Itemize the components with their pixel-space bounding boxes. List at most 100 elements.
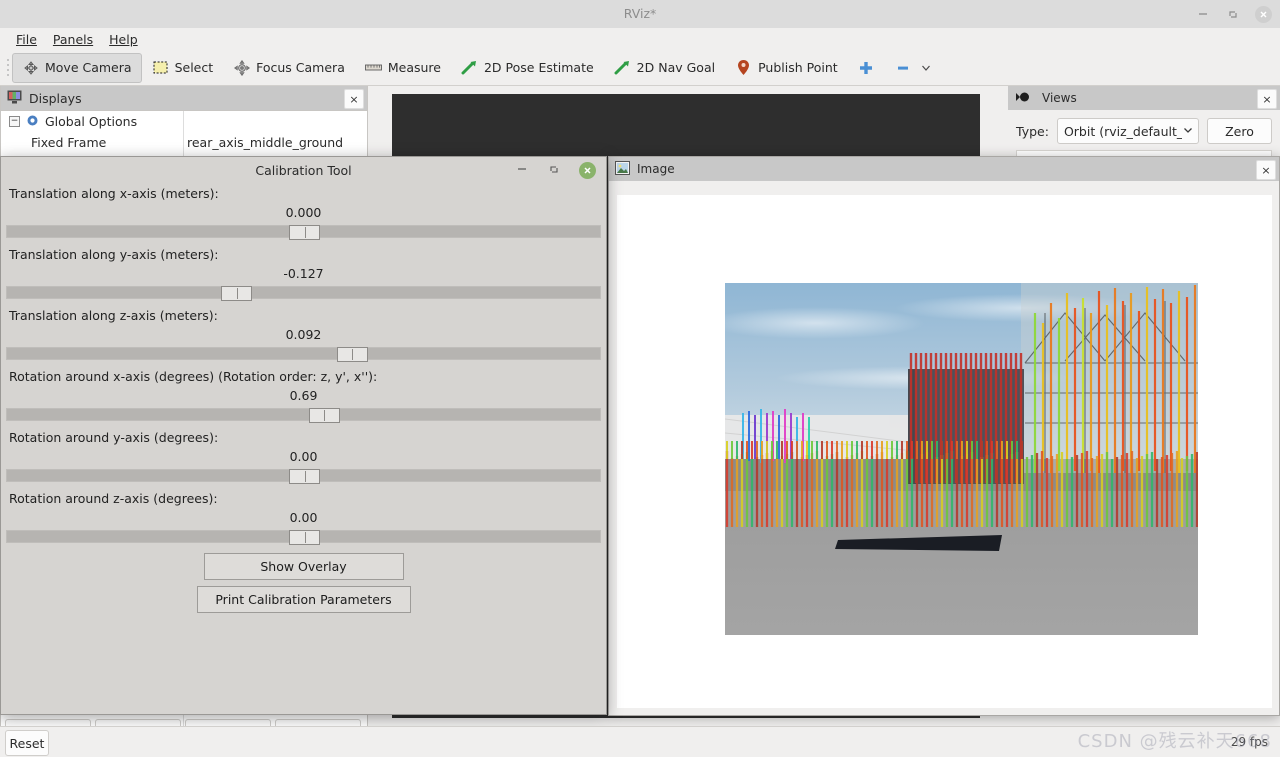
image-window-header: Image × xyxy=(609,157,1279,181)
tool-move-camera-label: Move Camera xyxy=(45,60,132,75)
menu-panels[interactable]: Panels xyxy=(45,30,101,49)
show-overlay-button[interactable]: Show Overlay xyxy=(203,553,404,580)
image-thumbnail-icon xyxy=(615,160,630,178)
display-value-fixed-frame[interactable]: rear_axis_middle_ground xyxy=(183,135,367,150)
pose-arrow-icon xyxy=(461,59,478,76)
display-row-fixed-frame[interactable]: Fixed Frame rear_axis_middle_ground xyxy=(1,132,367,153)
translation-z-slider-handle[interactable] xyxy=(336,347,368,362)
tool-publish-point[interactable]: Publish Point xyxy=(725,53,848,83)
select-rect-icon xyxy=(152,59,169,76)
close-icon[interactable] xyxy=(579,161,596,179)
translation-y-value: -0.127 xyxy=(283,266,324,281)
chevron-down-icon xyxy=(1182,124,1194,139)
calibration-dialog-title: Calibration Tool xyxy=(255,162,352,178)
displays-monitor-icon xyxy=(7,90,22,107)
calibration-action-buttons: Show Overlay Print Calibration Parameter… xyxy=(6,553,601,613)
toolbar-drag-handle[interactable] xyxy=(4,56,12,80)
translation-y-label: Translation along y-axis (meters): xyxy=(9,247,219,262)
tool-2d-nav-goal-label: 2D Nav Goal xyxy=(636,60,716,75)
display-name-fixed-frame: Fixed Frame xyxy=(31,135,107,150)
menu-help[interactable]: Help xyxy=(101,30,146,49)
views-type-row: Type: Orbit (rviz_default_ Zero xyxy=(1008,110,1280,150)
slider-group-rotation-x: Rotation around x-axis (degrees) (Rotati… xyxy=(6,366,601,423)
slider-group-translation-x: Translation along x-axis (meters): 0.000 xyxy=(6,183,601,240)
menubar: File Panels Help xyxy=(0,28,1280,50)
plus-icon xyxy=(858,59,875,76)
tool-measure[interactable]: Measure xyxy=(355,53,451,83)
rotation-y-value: 0.00 xyxy=(289,449,318,464)
menu-file-label: File xyxy=(16,31,37,47)
views-panel-header: Views × xyxy=(1008,86,1280,110)
slider-group-translation-y: Translation along y-axis (meters): -0.12… xyxy=(6,244,601,301)
views-type-value: Orbit (rviz_default_ xyxy=(1063,123,1182,139)
calibration-dialog-controls xyxy=(515,157,596,183)
views-panel-title: Views xyxy=(1042,91,1077,105)
views-camera-icon xyxy=(1016,91,1034,106)
restore-icon[interactable] xyxy=(547,162,561,179)
image-canvas[interactable] xyxy=(617,195,1272,708)
minus-icon xyxy=(895,59,912,76)
translation-y-slider[interactable] xyxy=(6,286,601,301)
menu-file[interactable]: File xyxy=(8,30,45,49)
display-name-global-options: Global Options xyxy=(45,114,138,129)
chevron-down-icon[interactable] xyxy=(918,59,935,76)
displays-panel-close-icon[interactable]: × xyxy=(344,89,364,109)
translation-z-value: 0.092 xyxy=(285,327,322,342)
focus-camera-icon xyxy=(233,59,250,76)
calibration-dialog-body: Translation along x-axis (meters): 0.000… xyxy=(1,183,606,613)
gear-icon xyxy=(26,114,39,130)
display-row-global-options[interactable]: − Global Options xyxy=(1,111,367,132)
tool-2d-pose-estimate[interactable]: 2D Pose Estimate xyxy=(451,53,604,83)
slider-group-translation-z: Translation along z-axis (meters): 0.092 xyxy=(6,305,601,362)
translation-x-slider[interactable] xyxy=(6,225,601,240)
map-pin-icon xyxy=(735,59,752,76)
translation-y-slider-handle[interactable] xyxy=(221,286,253,301)
menu-help-label: Help xyxy=(109,31,138,47)
print-calibration-parameters-button[interactable]: Print Calibration Parameters xyxy=(196,586,411,613)
translation-x-slider-handle[interactable] xyxy=(289,225,320,240)
calibration-tool-dialog: Calibration Tool Translation along x-axi… xyxy=(0,156,607,715)
image-window-close-icon[interactable]: × xyxy=(1256,160,1276,180)
tool-select[interactable]: Select xyxy=(142,53,224,83)
tool-move-camera[interactable]: Move Camera xyxy=(12,52,142,83)
close-icon[interactable] xyxy=(1255,5,1272,23)
slider-group-rotation-y: Rotation around y-axis (degrees): 0.00 xyxy=(6,427,601,484)
slider-group-rotation-z: Rotation around z-axis (degrees): 0.00 xyxy=(6,488,601,545)
views-type-combobox[interactable]: Orbit (rviz_default_ xyxy=(1056,118,1199,144)
rotation-y-slider[interactable] xyxy=(6,469,601,484)
minimize-icon[interactable] xyxy=(1195,6,1211,22)
image-window: Image × xyxy=(608,156,1280,716)
minimize-icon[interactable] xyxy=(515,162,529,179)
restore-icon[interactable] xyxy=(1225,6,1241,22)
rotation-y-slider-handle[interactable] xyxy=(289,469,320,484)
remove-tool-button[interactable] xyxy=(885,53,945,83)
rotation-x-slider[interactable] xyxy=(6,408,601,423)
main-toolbar: Move Camera Select Focus Camera Measure … xyxy=(0,50,1280,86)
tool-focus-camera[interactable]: Focus Camera xyxy=(223,53,355,83)
tool-focus-camera-label: Focus Camera xyxy=(256,60,345,75)
displays-panel-header: Displays × xyxy=(1,86,367,110)
translation-x-label: Translation along x-axis (meters): xyxy=(9,186,219,201)
zero-button[interactable]: Zero xyxy=(1206,118,1272,144)
reset-button[interactable]: Reset xyxy=(5,730,49,756)
image-window-title: Image xyxy=(637,162,675,176)
views-panel-close-icon[interactable]: × xyxy=(1257,89,1277,109)
tool-2d-nav-goal[interactable]: 2D Nav Goal xyxy=(604,53,725,83)
window-titlebar: RViz* xyxy=(0,0,1280,29)
rotation-z-value: 0.00 xyxy=(289,510,318,525)
rotation-z-slider[interactable] xyxy=(6,530,601,545)
rviz-application-window: RViz* File Panels Help Move Camera Selec… xyxy=(0,0,1280,757)
rotation-x-label: Rotation around x-axis (degrees) (Rotati… xyxy=(9,369,378,384)
window-controls xyxy=(1195,0,1272,28)
rotation-x-slider-handle[interactable] xyxy=(308,408,340,423)
calibration-dialog-titlebar: Calibration Tool xyxy=(1,157,606,183)
add-tool-button[interactable] xyxy=(848,53,885,83)
tree-expander-global-options[interactable]: − xyxy=(9,116,20,127)
rotation-z-slider-handle[interactable] xyxy=(289,530,320,545)
tool-publish-point-label: Publish Point xyxy=(758,60,838,75)
nav-goal-arrow-icon xyxy=(614,59,631,76)
measure-ruler-icon xyxy=(364,59,382,76)
move-camera-icon xyxy=(22,59,39,76)
translation-z-slider[interactable] xyxy=(6,347,601,362)
views-type-label: Type: xyxy=(1016,123,1049,139)
